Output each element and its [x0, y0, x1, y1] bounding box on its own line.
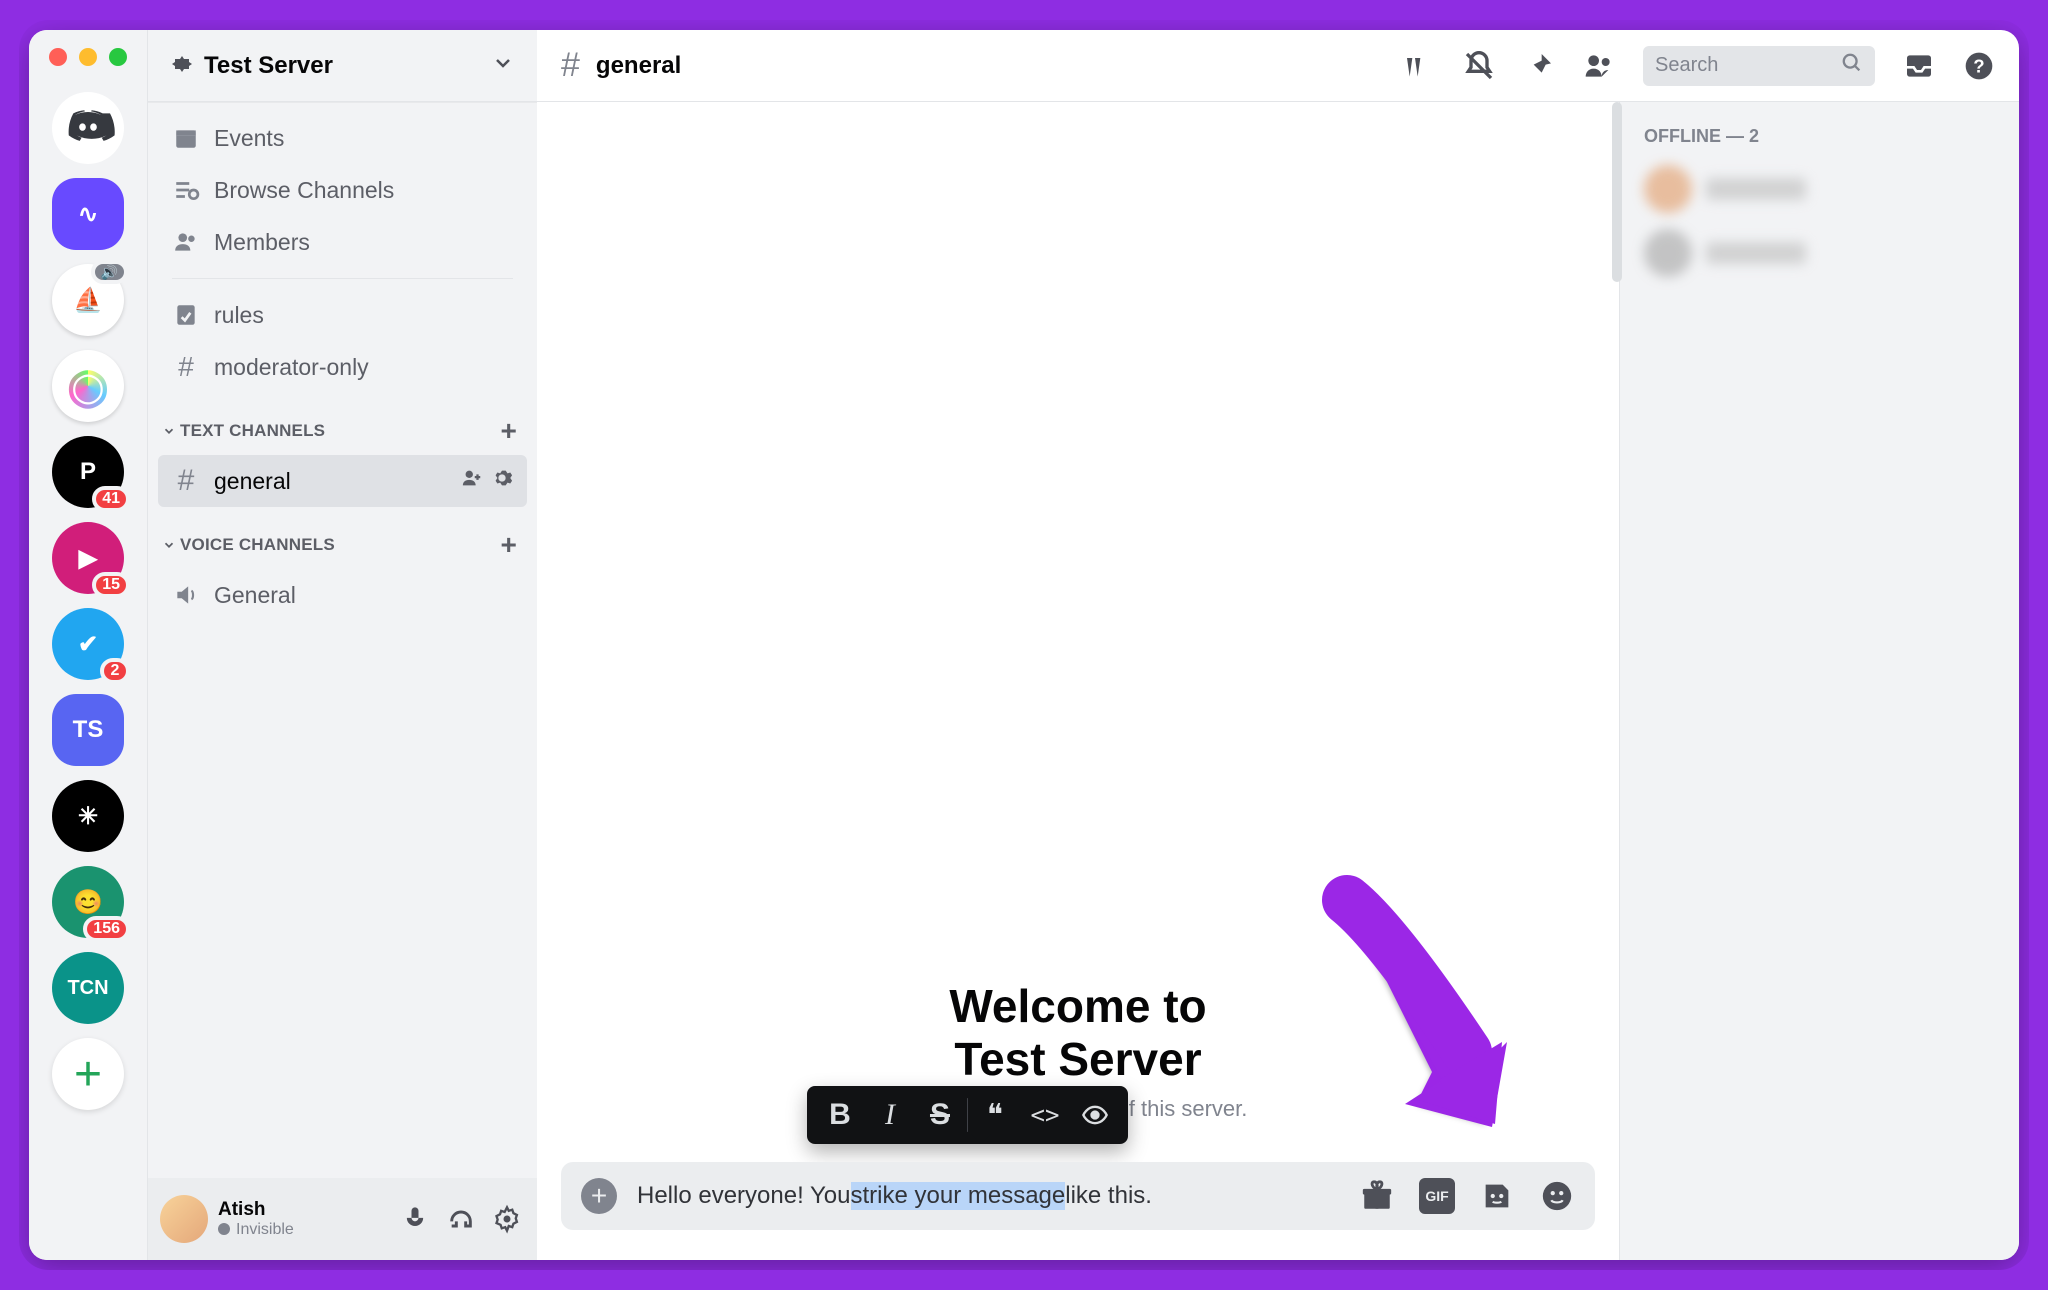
threads-icon[interactable] — [1403, 50, 1435, 82]
gear-icon[interactable] — [491, 467, 513, 495]
spoiler-button[interactable] — [1072, 1092, 1118, 1138]
italic-button[interactable]: I — [867, 1092, 913, 1138]
server-list: ∿ ⛵🔊 ◉ P41 ▶15 ✔2 TS ✳ 😊156 TCN + — [29, 30, 147, 1260]
server-tcn[interactable]: TCN — [52, 952, 124, 1024]
member-sidebar: OFFLINE — 2 — [1619, 102, 2019, 1260]
server-openai[interactable]: ✳ — [52, 780, 124, 852]
pinned-icon[interactable] — [1523, 50, 1555, 82]
member-list-icon[interactable] — [1583, 50, 1615, 82]
notifications-icon[interactable] — [1463, 50, 1495, 82]
svg-text:?: ? — [1973, 55, 1984, 76]
inbox-icon[interactable] — [1903, 50, 1935, 82]
chevron-down-icon — [491, 51, 515, 80]
minimize-dot[interactable] — [79, 48, 97, 66]
voice-channel-general[interactable]: General — [158, 569, 527, 621]
scrollbar[interactable] — [1612, 102, 1622, 282]
server-name: Test Server — [204, 52, 333, 80]
welcome-message: Welcome toTest Server This is the beginn… — [537, 102, 1619, 1162]
search-icon — [1841, 52, 1863, 80]
format-toolbar: B I S ❝ <> — [807, 1086, 1128, 1144]
channel-general[interactable]: # general — [158, 455, 527, 507]
message-input[interactable]: + Hello everyone! You strike your messag… — [561, 1162, 1595, 1230]
gift-icon[interactable] — [1359, 1178, 1395, 1214]
emoji-icon[interactable] — [1539, 1178, 1575, 1214]
members-icon — [172, 229, 200, 255]
channel-header: # general Search ? — [537, 30, 2019, 102]
hash-icon: # — [172, 464, 200, 498]
member-item[interactable] — [1632, 221, 2007, 285]
add-voice-channel[interactable]: + — [500, 529, 517, 561]
channel-title: general — [596, 52, 681, 80]
search-input[interactable]: Search — [1643, 46, 1875, 86]
invite-icon[interactable] — [461, 467, 483, 495]
channel-sidebar: Test Server Events Browse Channels Membe… — [147, 30, 537, 1260]
username[interactable]: Atish — [218, 1200, 294, 1221]
member-item[interactable] — [1632, 157, 2007, 221]
strike-button[interactable]: S — [917, 1092, 963, 1138]
sidebar-label: Browse Channels — [214, 177, 394, 204]
section-label: VOICE CHANNELS — [180, 535, 335, 555]
avatar[interactable] — [160, 1195, 208, 1243]
server-gaming[interactable]: 😊156 — [52, 866, 124, 938]
server-test-server[interactable]: TS — [52, 694, 124, 766]
member-section-header: OFFLINE — 2 — [1632, 126, 2007, 147]
add-server-button[interactable]: + — [52, 1038, 124, 1110]
server-nitro[interactable]: ∿ — [52, 178, 124, 250]
server-wizard[interactable]: ◉ — [52, 350, 124, 422]
help-icon[interactable]: ? — [1963, 50, 1995, 82]
gif-button[interactable]: GIF — [1419, 1178, 1455, 1214]
channel-label: general — [214, 468, 291, 495]
channel-label: rules — [214, 302, 264, 329]
settings-icon[interactable] — [489, 1201, 525, 1237]
rules-icon — [172, 302, 200, 328]
user-status: Invisible — [218, 1221, 294, 1239]
text-channels-section[interactable]: TEXT CHANNELS + — [158, 393, 527, 455]
speaker-icon — [172, 582, 200, 608]
channel-rules[interactable]: rules — [158, 289, 527, 341]
sidebar-item-members[interactable]: Members — [158, 216, 527, 268]
hash-icon: # — [561, 46, 580, 85]
browse-icon — [172, 177, 200, 203]
sidebar-label: Members — [214, 229, 310, 256]
server-dm[interactable] — [52, 92, 124, 164]
main-area: # general Search ? Welcome toTest Server… — [537, 30, 2019, 1260]
mute-icon[interactable] — [397, 1201, 433, 1237]
section-label: TEXT CHANNELS — [180, 421, 325, 441]
server-podcast[interactable]: P41 — [52, 436, 124, 508]
close-dot[interactable] — [49, 48, 67, 66]
sidebar-label: Events — [214, 125, 284, 152]
attach-button[interactable]: + — [581, 1178, 617, 1214]
add-text-channel[interactable]: + — [500, 415, 517, 447]
server-sailaway[interactable]: ⛵🔊 — [52, 264, 124, 336]
quote-button[interactable]: ❝ — [972, 1092, 1018, 1138]
user-panel: Atish Invisible — [148, 1178, 537, 1260]
maximize-dot[interactable] — [109, 48, 127, 66]
message-composer: B I S ❝ <> + Hello everyone! You strike … — [537, 1162, 1619, 1260]
sticker-icon[interactable] — [1479, 1178, 1515, 1214]
window-controls[interactable] — [49, 48, 127, 66]
channel-label: General — [214, 582, 296, 609]
channel-label: moderator-only — [214, 354, 369, 381]
calendar-icon — [172, 125, 200, 151]
server-youtube[interactable]: ▶15 — [52, 522, 124, 594]
server-tasks[interactable]: ✔2 — [52, 608, 124, 680]
sidebar-item-events[interactable]: Events — [158, 112, 527, 164]
deafen-icon[interactable] — [443, 1201, 479, 1237]
channel-moderator-only[interactable]: # moderator-only — [158, 341, 527, 393]
sidebar-item-browse[interactable]: Browse Channels — [158, 164, 527, 216]
voice-channels-section[interactable]: VOICE CHANNELS + — [158, 507, 527, 569]
code-button[interactable]: <> — [1022, 1092, 1068, 1138]
bold-button[interactable]: B — [817, 1092, 863, 1138]
server-header[interactable]: Test Server — [148, 30, 537, 102]
lock-hash-icon: # — [172, 351, 200, 383]
